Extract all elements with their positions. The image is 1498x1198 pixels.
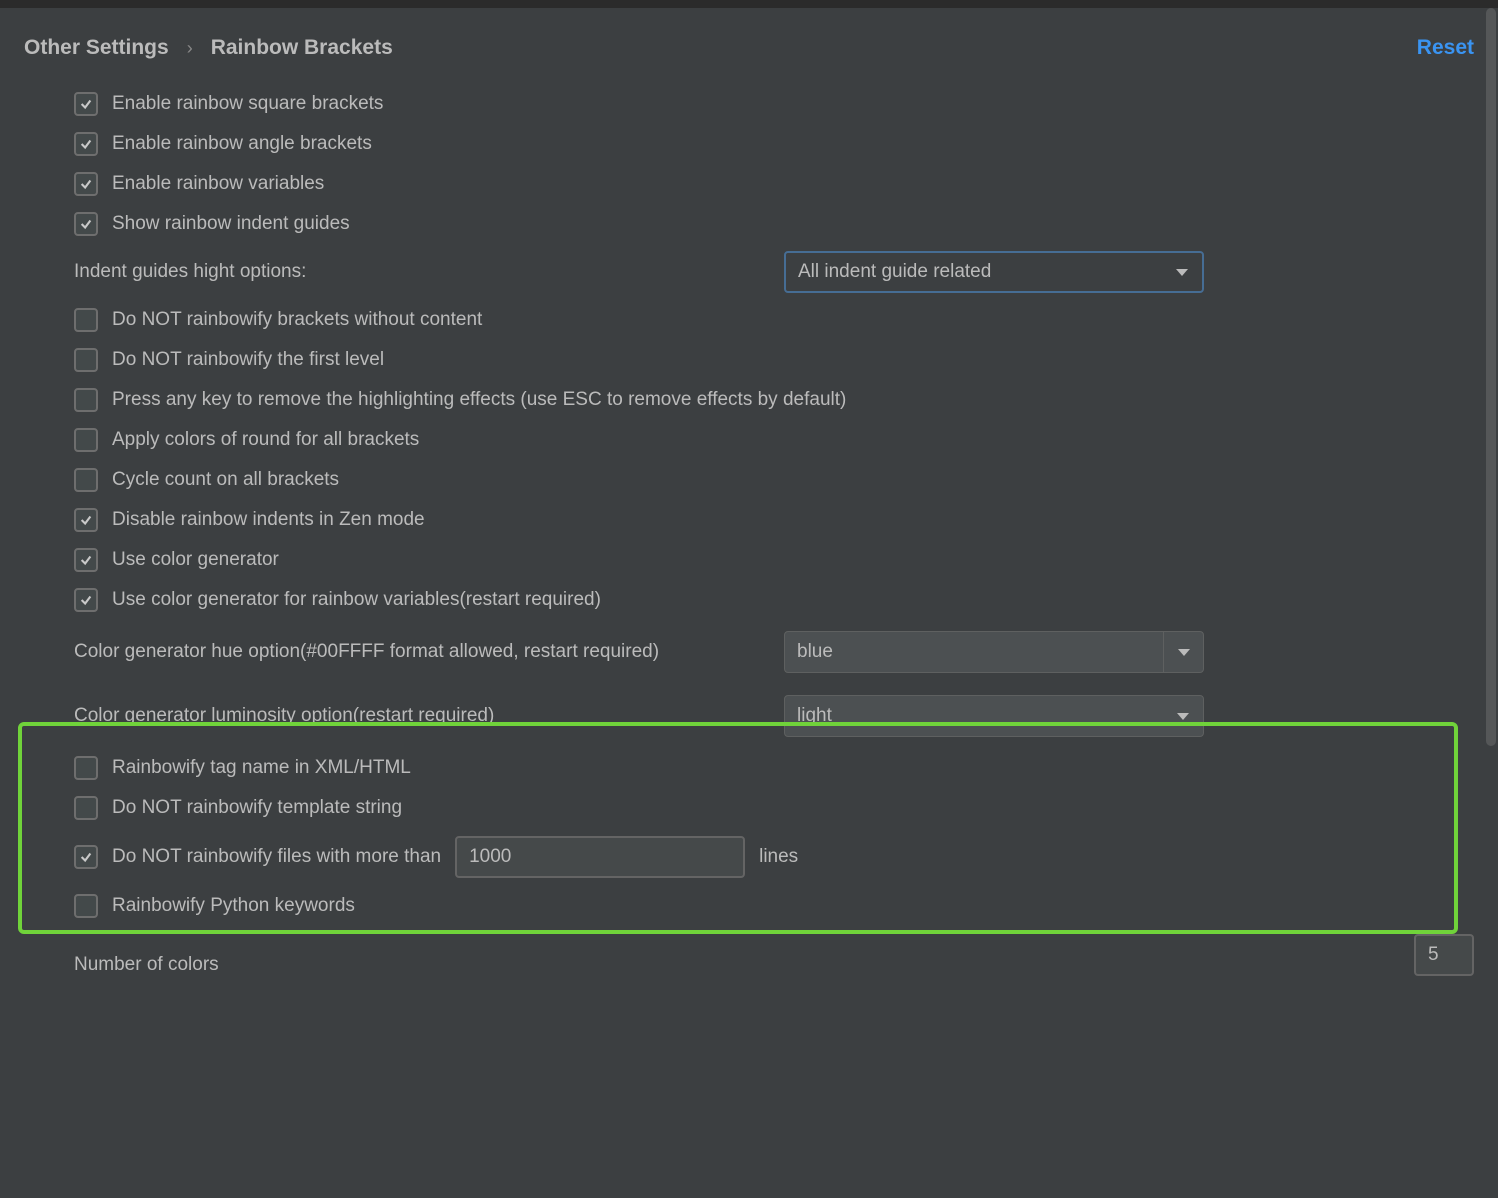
check-icon [79,217,93,231]
label-enable-angle: Enable rainbow angle brackets [112,133,372,155]
label-cycle-count: Cycle count on all brackets [112,469,339,491]
label-hue: Color generator hue option(#00FFFF forma… [74,641,659,663]
dropdown-luminosity-value: light [797,705,832,727]
input-num-colors[interactable]: 5 [1414,934,1474,976]
check-icon [79,850,93,864]
dropdown-indent-guides[interactable]: All indent guide related [784,251,1204,293]
label-disable-zen: Disable rainbow indents in Zen mode [112,509,425,531]
window-topbar [0,0,1498,8]
label-apply-round-colors: Apply colors of round for all brackets [112,429,419,451]
option-enable-angle: Enable rainbow angle brackets [24,124,1474,164]
option-use-color-gen-vars: Use color generator for rainbow variable… [24,580,1474,620]
dropdown-hue[interactable]: blue [784,631,1204,673]
label-press-esc: Press any key to remove the highlighting… [112,389,846,411]
label-num-colors: Number of colors [74,954,1400,976]
label-use-color-gen: Use color generator [112,549,279,571]
option-num-colors: Number of colors 5 [24,926,1474,982]
dropdown-indent-guides-value: All indent guide related [798,261,991,283]
reset-button[interactable]: Reset [1417,36,1474,60]
dropdown-button-icon [1163,696,1203,736]
label-enable-variables: Enable rainbow variables [112,173,324,195]
check-icon [79,97,93,111]
caret-down-icon [1178,649,1190,656]
label-use-color-gen-vars: Use color generator for rainbow variable… [112,589,601,611]
checkbox-use-color-gen-vars[interactable] [74,588,98,612]
checkbox-enable-variables[interactable] [74,172,98,196]
input-big-files-value: 1000 [469,846,511,868]
checkbox-use-color-gen[interactable] [74,548,98,572]
chevron-right-icon: › [187,38,193,59]
input-big-files-lines[interactable]: 1000 [455,836,745,878]
dropdown-hue-value: blue [797,641,833,663]
breadcrumb-current: Rainbow Brackets [211,36,393,60]
dropdown-luminosity[interactable]: light [784,695,1204,737]
option-indent-guides-hight: Indent guides hight options: All indent … [24,244,1474,300]
checkbox-no-rainbow-empty[interactable] [74,308,98,332]
check-icon [79,137,93,151]
settings-panel: Enable rainbow square brackets Enable ra… [0,66,1498,982]
option-luminosity: Color generator luminosity option(restar… [24,684,1474,748]
dropdown-button-icon [1163,632,1203,672]
option-use-color-gen: Use color generator [24,540,1474,580]
checkbox-show-indent-guides[interactable] [74,212,98,236]
check-icon [79,513,93,527]
checkbox-enable-square[interactable] [74,92,98,116]
checkbox-disable-zen[interactable] [74,508,98,532]
breadcrumb: Other Settings › Rainbow Brackets Reset [0,8,1498,66]
dropdown-button-icon [1162,252,1202,292]
label-no-rainbow-empty: Do NOT rainbowify brackets without conte… [112,309,482,331]
label-indent-guides-hight: Indent guides hight options: [74,261,770,283]
option-press-esc: Press any key to remove the highlighting… [24,380,1474,420]
check-icon [79,553,93,567]
label-no-rainbow-first: Do NOT rainbowify the first level [112,349,384,371]
checkbox-apply-round-colors[interactable] [74,428,98,452]
input-num-colors-value: 5 [1428,944,1439,966]
option-hue: Color generator hue option(#00FFFF forma… [24,620,1474,684]
label-python-keywords: Rainbowify Python keywords [112,895,355,917]
checkbox-cycle-count[interactable] [74,468,98,492]
checkbox-enable-angle[interactable] [74,132,98,156]
scrollbar-thumb[interactable] [1486,8,1496,746]
option-enable-square: Enable rainbow square brackets [24,84,1474,124]
checkbox-python-keywords[interactable] [74,894,98,918]
breadcrumb-parent[interactable]: Other Settings [24,36,169,60]
label-enable-square: Enable rainbow square brackets [112,93,383,115]
label-big-files: Do NOT rainbowify files with more than [112,846,441,868]
checkbox-rainbow-xml[interactable] [74,756,98,780]
label-luminosity: Color generator luminosity option(restar… [74,705,494,727]
checkbox-press-esc[interactable] [74,388,98,412]
option-apply-round-colors: Apply colors of round for all brackets [24,420,1474,460]
label-no-template-string: Do NOT rainbowify template string [112,797,402,819]
checkbox-no-rainbow-first[interactable] [74,348,98,372]
option-big-files: Do NOT rainbowify files with more than 1… [24,828,1474,886]
label-rainbow-xml: Rainbowify tag name in XML/HTML [112,757,411,779]
checkbox-no-template-string[interactable] [74,796,98,820]
label-show-indent-guides: Show rainbow indent guides [112,213,350,235]
caret-down-icon [1177,713,1189,720]
option-no-rainbow-empty: Do NOT rainbowify brackets without conte… [24,300,1474,340]
option-show-indent-guides: Show rainbow indent guides [24,204,1474,244]
option-no-template-string: Do NOT rainbowify template string [24,788,1474,828]
option-no-rainbow-first: Do NOT rainbowify the first level [24,340,1474,380]
option-disable-zen: Disable rainbow indents in Zen mode [24,500,1474,540]
check-icon [79,593,93,607]
check-icon [79,177,93,191]
option-cycle-count: Cycle count on all brackets [24,460,1474,500]
scrollbar[interactable] [1484,8,1498,1198]
option-rainbow-xml: Rainbowify tag name in XML/HTML [24,748,1474,788]
caret-down-icon [1176,269,1188,276]
label-big-files-suffix: lines [759,846,798,868]
checkbox-big-files[interactable] [74,845,98,869]
option-enable-variables: Enable rainbow variables [24,164,1474,204]
option-python-keywords: Rainbowify Python keywords [24,886,1474,926]
